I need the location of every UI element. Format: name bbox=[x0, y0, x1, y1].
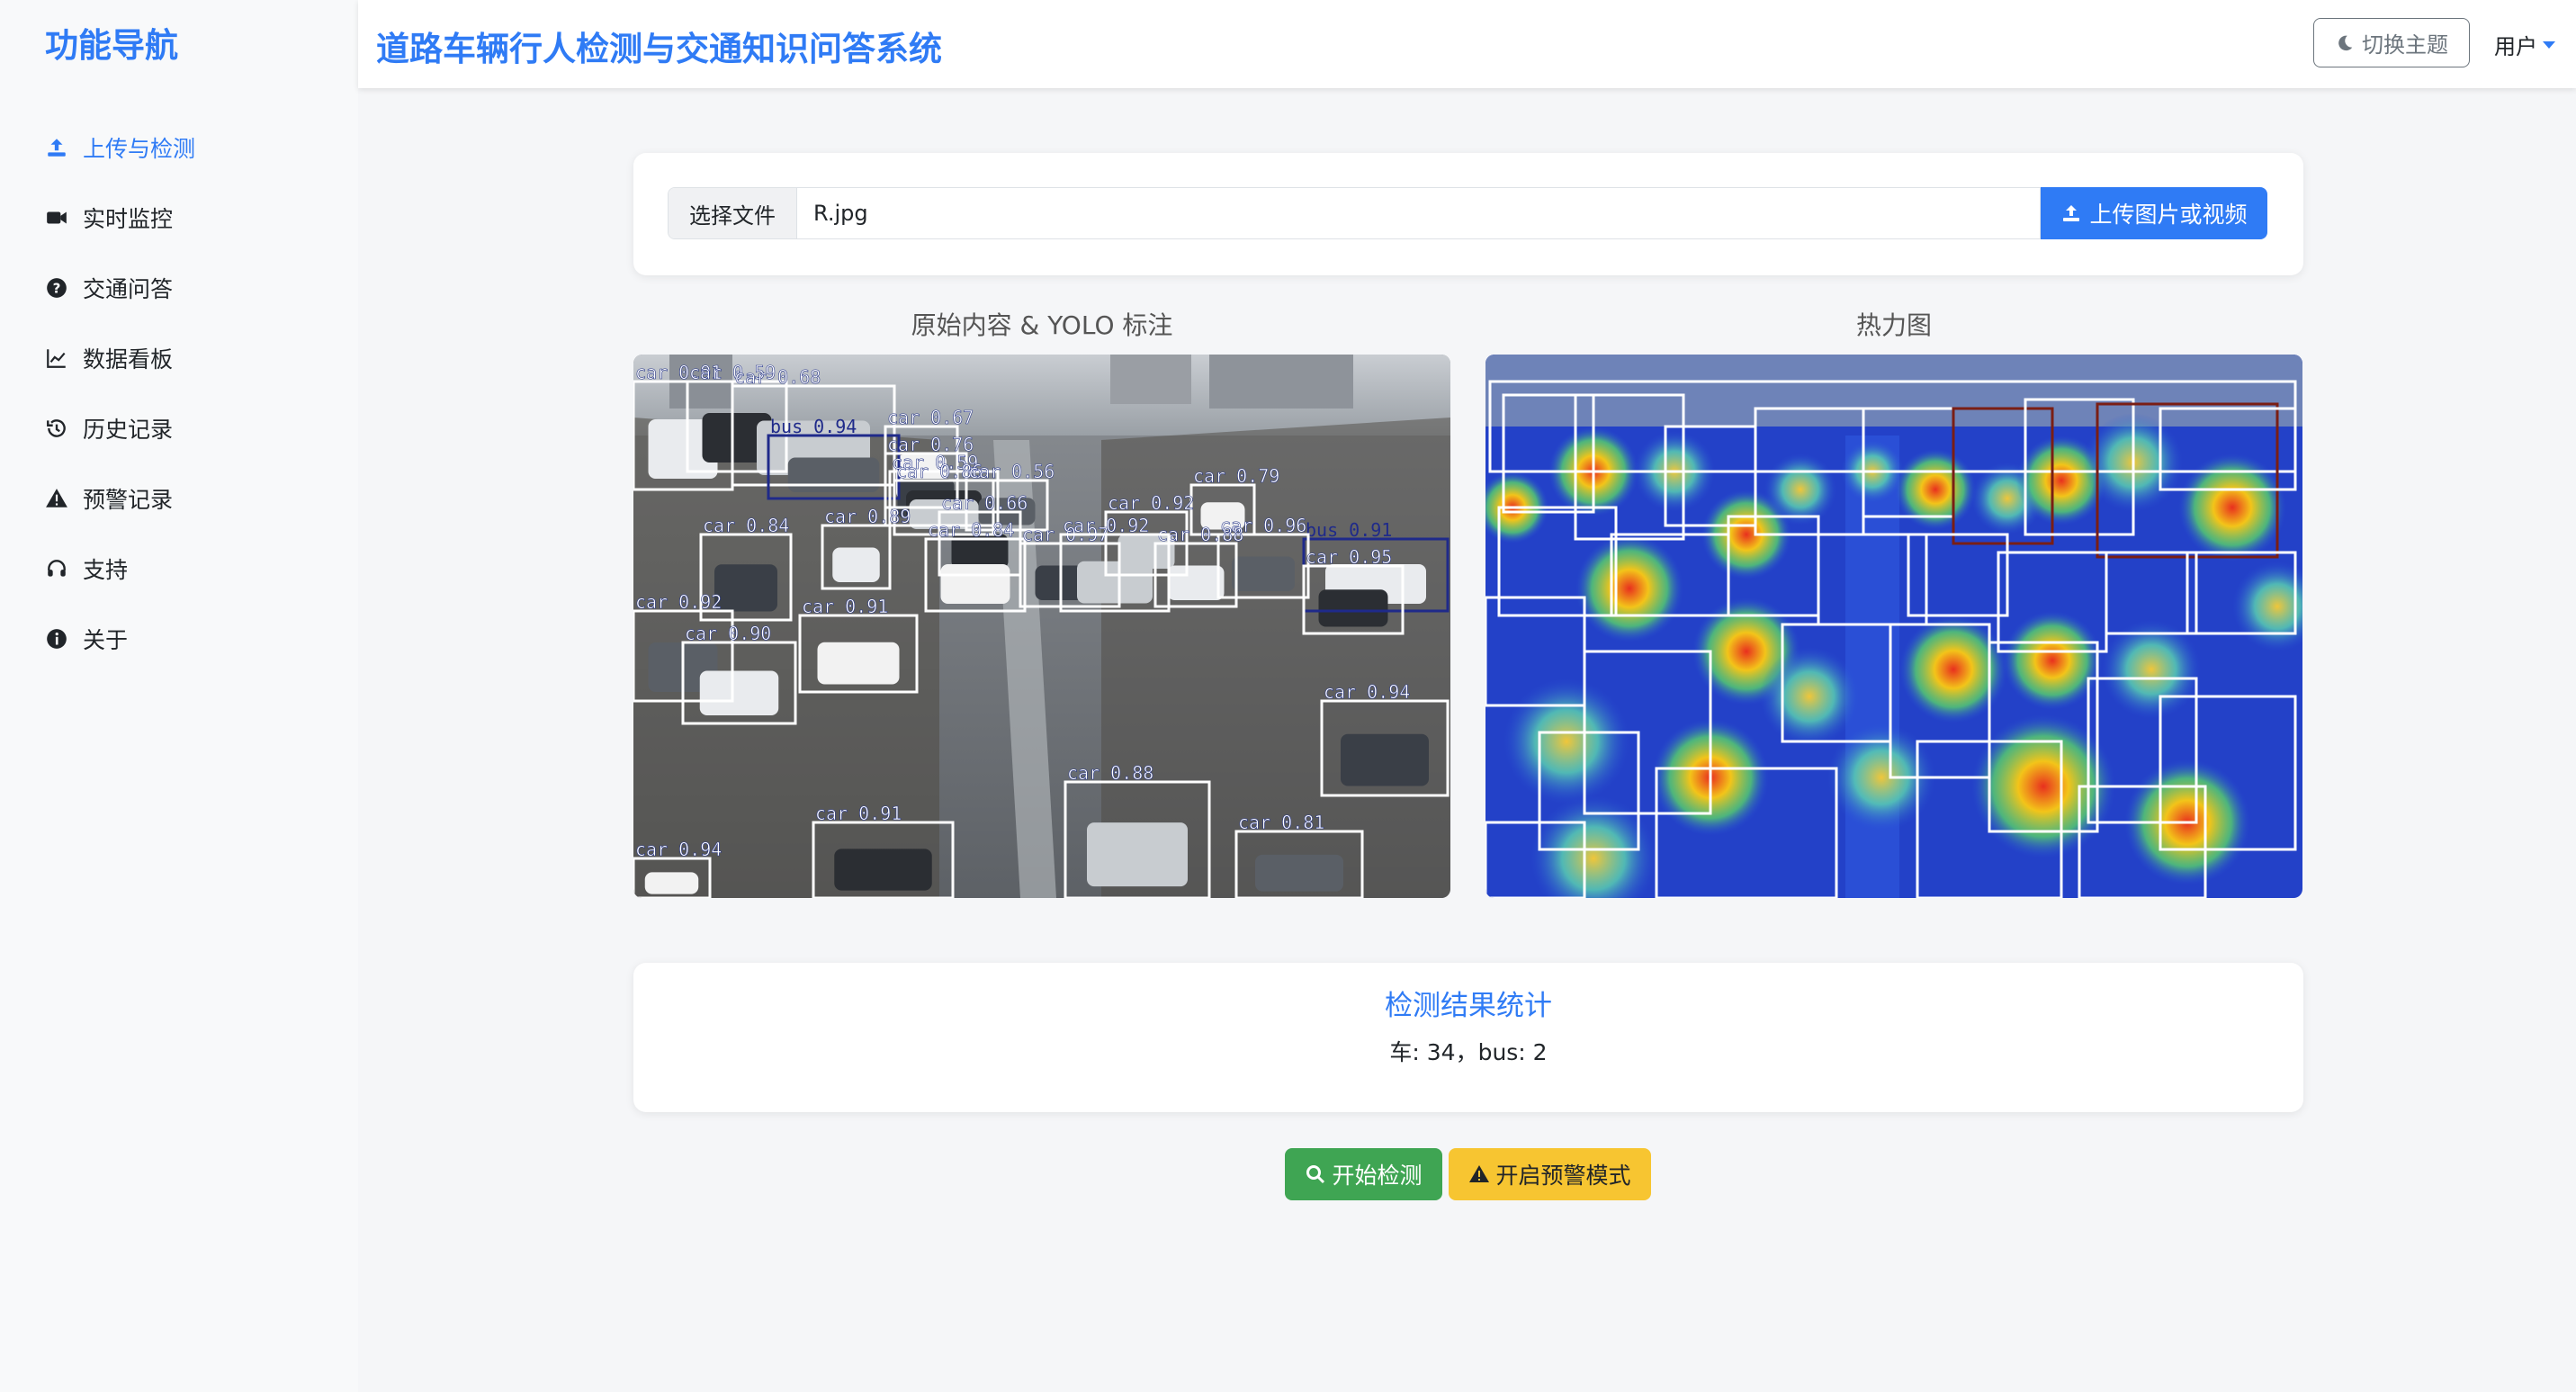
vehicle-shape bbox=[1167, 565, 1225, 600]
search-icon bbox=[1306, 1165, 1325, 1184]
upload-card: 选择文件 R.jpg 上传图片或视频 bbox=[633, 153, 2303, 275]
video-camera-icon bbox=[43, 204, 70, 231]
file-input[interactable]: 选择文件 R.jpg bbox=[668, 187, 2041, 239]
sidebar-item-support[interactable]: 支持 bbox=[43, 534, 195, 604]
heat-spot bbox=[1575, 534, 1683, 642]
caret-down-icon bbox=[2543, 40, 2555, 49]
file-name-display: R.jpg bbox=[813, 201, 868, 226]
detection-label: car 0.84 bbox=[928, 519, 1014, 541]
vehicle-shape bbox=[787, 457, 880, 492]
svg-text:?: ? bbox=[53, 280, 61, 296]
heatmap-image bbox=[1485, 355, 2302, 898]
sidebar-item-history[interactable]: 历史记录 bbox=[43, 393, 195, 463]
warning-triangle-icon bbox=[1469, 1165, 1490, 1182]
detection-label: car 0.68 bbox=[734, 366, 821, 388]
vehicle-shape bbox=[1077, 561, 1153, 604]
heat-spot bbox=[1503, 678, 1629, 804]
detection-label: car 0.79 bbox=[1193, 465, 1279, 487]
vehicle-shape bbox=[817, 642, 900, 685]
sidebar-item-label: 预警记录 bbox=[83, 487, 174, 513]
detection-label: car 0.90 bbox=[685, 623, 771, 644]
sidebar-brand: 功能导航 bbox=[45, 26, 178, 65]
sidebar-nav: 上传与检测 实时监控 ? 交通问答 数据看板 历史记录 预警记录 支持 关于 bbox=[43, 112, 195, 674]
theme-toggle-button[interactable]: 切换主题 bbox=[2313, 18, 2470, 67]
vehicle-shape bbox=[1255, 854, 1343, 892]
start-detection-label: 开始检测 bbox=[1332, 1163, 1423, 1189]
detection-label: car 0.92 bbox=[635, 591, 722, 613]
enable-warning-mode-label: 开启预警模式 bbox=[1495, 1163, 1631, 1189]
sidebar-item-label: 关于 bbox=[83, 627, 129, 653]
original-panel-label: 原始内容 & YOLO 标注 bbox=[911, 310, 1173, 340]
headset-icon bbox=[43, 555, 70, 582]
stats-summary: 车: 34，bus: 2 bbox=[1389, 1039, 1548, 1065]
warning-triangle-icon bbox=[43, 485, 70, 512]
sidebar-item-label: 历史记录 bbox=[83, 417, 174, 443]
detection-label: car 0.92 bbox=[1063, 515, 1149, 536]
detection-label: bus 0.91 bbox=[1306, 519, 1392, 541]
upload-icon bbox=[2063, 205, 2080, 221]
heat-spot bbox=[1760, 647, 1859, 746]
vehicle-shape bbox=[1087, 822, 1188, 887]
detection-label: car 0.95 bbox=[1306, 546, 1392, 568]
detection-label: car 0.66 bbox=[941, 492, 1028, 514]
stats-card: 检测结果统计 车: 34，bus: 2 bbox=[633, 963, 2303, 1112]
sidebar-item-qa[interactable]: ? 交通问答 bbox=[43, 253, 195, 323]
vehicle-shape bbox=[1232, 556, 1295, 591]
detection-label: bus 0.94 bbox=[770, 416, 857, 437]
detection-label: car 0.89 bbox=[824, 506, 911, 527]
vehicle-shape bbox=[832, 547, 880, 582]
sidebar-item-label: 支持 bbox=[83, 557, 129, 583]
sidebar-item-upload[interactable]: 上传与检测 bbox=[43, 112, 195, 183]
sidebar-item-alerts[interactable]: 预警记录 bbox=[43, 463, 195, 534]
enable-warning-mode-button[interactable]: 开启预警模式 bbox=[1449, 1148, 1651, 1200]
upload-button-label: 上传图片或视频 bbox=[2089, 202, 2248, 228]
heat-spot bbox=[2178, 454, 2286, 561]
detection-label: car 0.92 bbox=[1108, 492, 1194, 514]
detection-label: car 0.91 bbox=[815, 803, 902, 824]
detection-label: car 0.56 bbox=[968, 461, 1055, 482]
vehicle-shape bbox=[1318, 589, 1388, 627]
vehicle-shape bbox=[940, 564, 1010, 604]
heat-spot bbox=[1764, 454, 1836, 525]
vehicle-shape bbox=[644, 872, 699, 894]
vehicle-shape bbox=[834, 849, 932, 891]
upload-icon bbox=[43, 134, 70, 161]
info-circle-icon bbox=[43, 625, 70, 652]
sidebar-item-about[interactable]: 关于 bbox=[43, 604, 195, 674]
vehicle-shape bbox=[699, 670, 779, 715]
yolo-annotated-image: car 0.91 car 0.59 car 0.68 bus 0.94 car 0.67… bbox=[633, 355, 1450, 898]
page-title: 道路车辆行人检测与交通知识问答系统 bbox=[376, 30, 942, 68]
user-dropdown-label: 用户 bbox=[2494, 34, 2537, 59]
heat-spot bbox=[1899, 615, 2007, 723]
vehicle-shape bbox=[1341, 733, 1429, 786]
detection-label: car 0.94 bbox=[1324, 681, 1410, 703]
upload-button[interactable]: 上传图片或视频 bbox=[2041, 187, 2267, 239]
detection-label: car 0.81 bbox=[1238, 812, 1324, 833]
detection-label: car 0.67 bbox=[887, 407, 974, 428]
sidebar: 功能导航 上传与检测 实时监控 ? 交通问答 数据看板 历史记录 预警记录 支持… bbox=[0, 0, 358, 1392]
top-header: 道路车辆行人检测与交通知识问答系统 切换主题 用户 bbox=[358, 0, 2576, 88]
sidebar-item-label: 数据看板 bbox=[83, 346, 174, 373]
user-dropdown[interactable]: 用户 bbox=[2494, 29, 2555, 60]
start-detection-button[interactable]: 开始检测 bbox=[1285, 1148, 1442, 1200]
stats-title: 检测结果统计 bbox=[1385, 990, 1552, 1022]
choose-file-button[interactable]: 选择文件 bbox=[669, 188, 797, 238]
detection-label: car 0.88 bbox=[1067, 762, 1153, 784]
sidebar-item-label: 实时监控 bbox=[83, 206, 174, 232]
vehicle-shape bbox=[714, 564, 777, 612]
detection-label: car 0.84 bbox=[703, 515, 789, 536]
detection-label: car 0.91 bbox=[802, 596, 888, 617]
moon-icon bbox=[2338, 35, 2353, 50]
sidebar-item-label: 上传与检测 bbox=[83, 136, 196, 162]
sidebar-item-monitor[interactable]: 实时监控 bbox=[43, 183, 195, 253]
detection-label: car 0.94 bbox=[635, 839, 722, 860]
sidebar-item-dashboard[interactable]: 数据看板 bbox=[43, 323, 195, 393]
theme-toggle-label: 切换主题 bbox=[2362, 32, 2448, 58]
heatmap-panel-label: 热力图 bbox=[1855, 310, 1932, 340]
question-circle-icon: ? bbox=[43, 274, 70, 301]
history-icon bbox=[43, 415, 70, 442]
sidebar-item-label: 交通问答 bbox=[83, 276, 174, 302]
line-chart-icon bbox=[43, 345, 70, 372]
